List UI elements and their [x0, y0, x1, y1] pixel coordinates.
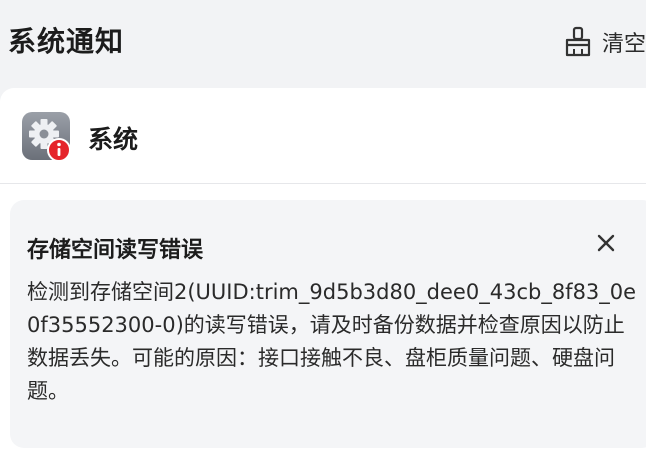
alert-info-icon: [47, 138, 71, 162]
header: 系统通知 清空: [0, 0, 646, 84]
system-gear-icon: [22, 112, 72, 162]
clear-all-label: 清空: [602, 32, 646, 57]
notification-card[interactable]: 存储空间读写错误 检测到存储空间2(UUID:trim_9d5b3d80_dee…: [10, 200, 646, 448]
notification-title: 存储空间读写错误: [27, 238, 204, 263]
notification-message: 检测到存储空间2(UUID:trim_9d5b3d80_dee0_43cb_8f…: [27, 280, 637, 403]
notification-group-name: 系统: [88, 125, 139, 154]
notification-group-header[interactable]: 系统: [0, 88, 646, 184]
broom-icon: [564, 26, 592, 58]
page-title: 系统通知: [8, 25, 125, 58]
notification-panel: 系统 存储空间读写错误 检测到存储空间2(UUID:trim_9d5b3d80_…: [0, 88, 646, 460]
close-icon[interactable]: [594, 231, 618, 255]
clear-all-button[interactable]: 清空: [564, 24, 646, 60]
